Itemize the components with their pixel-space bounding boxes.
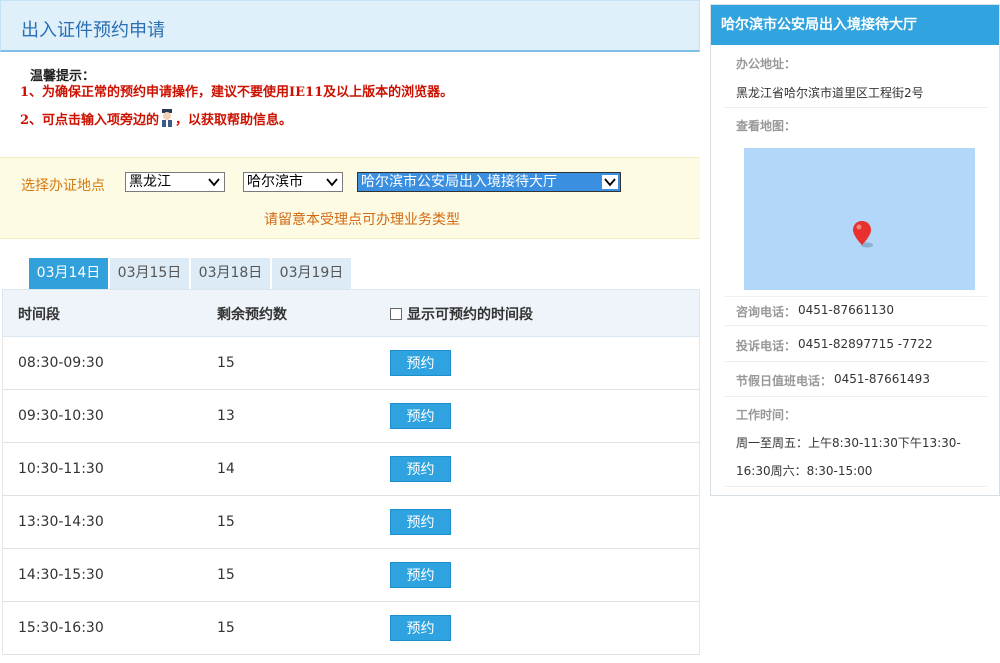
book-button[interactable]: 预约 <box>390 615 451 641</box>
table-row: 10:30-11:30 14 预约 <box>2 443 700 496</box>
tab-date-1[interactable]: 03月14日 <box>29 258 108 290</box>
book-button[interactable]: 预约 <box>390 350 451 376</box>
hours-line-1: 周一至周五：上午8:30-11:30下午13:30- <box>736 436 961 450</box>
tab-date-3[interactable]: 03月18日 <box>191 258 270 290</box>
show-available-toggle[interactable]: 显示可预约的时间段 <box>390 304 533 324</box>
tips-title: 温馨提示： <box>30 69 96 84</box>
row-remaining: 13 <box>217 408 235 424</box>
chevron-down-icon <box>602 175 618 189</box>
complaint-phone-value: 0451-82897715 -7722 <box>798 337 933 351</box>
location-label: 选择办证地点 <box>21 178 105 194</box>
consult-phone-value: 0451-87661130 <box>798 303 894 317</box>
hours-label: 工作时间： <box>736 408 797 422</box>
row-time: 15:30-16:30 <box>18 620 104 636</box>
hours-line-2: 16:30周六：8:30-15:00 <box>736 464 873 478</box>
complaint-phone-label: 投诉电话： <box>736 339 797 353</box>
show-available-checkbox[interactable] <box>390 308 402 320</box>
divider <box>725 361 987 362</box>
tips-section: 温馨提示： 1、为确保正常的预约申请操作，建议不要使用IE11及以上版本的浏览器… <box>20 65 690 135</box>
table-row: 14:30-15:30 15 预约 <box>2 549 700 602</box>
office-info-sidebar: 哈尔滨市公安局出入境接待大厅 办公地址： 黑龙江省哈尔滨市道里区工程街2号 查看… <box>710 4 1000 496</box>
table-header: 时间段 剩余预约数 显示可预约的时间段 <box>2 289 700 337</box>
office-select[interactable]: 哈尔滨市公安局出入境接待大厅 <box>357 172 621 192</box>
table-row: 09:30-10:30 13 预约 <box>2 390 700 443</box>
address-label: 办公地址： <box>736 57 797 71</box>
sidebar-title: 哈尔滨市公安局出入境接待大厅 <box>711 5 999 45</box>
main-panel: 出入证件预约申请 温馨提示： 1、为确保正常的预约申请操作，建议不要使用IE11… <box>0 0 700 663</box>
tip-line-2: 2、可点击输入项旁边的 ，以获取帮助信息。 <box>20 109 690 135</box>
map-label: 查看地图： <box>736 119 797 133</box>
row-remaining: 15 <box>217 355 235 371</box>
office-select-value: 哈尔滨市公安局出入境接待大厅 <box>361 174 557 190</box>
divider <box>725 396 987 397</box>
province-select[interactable]: 黑龙江 <box>125 172 225 192</box>
page-title: 出入证件预约申请 <box>21 20 165 41</box>
holiday-phone-label: 节假日值班电话： <box>736 374 833 388</box>
province-select-value: 黑龙江 <box>129 174 171 190</box>
city-select-value: 哈尔滨市 <box>247 174 303 190</box>
chevron-down-icon <box>324 175 340 189</box>
row-remaining: 15 <box>217 620 235 636</box>
holiday-phone-value: 0451-87661493 <box>834 372 930 386</box>
row-time: 13:30-14:30 <box>18 514 104 530</box>
row-remaining: 14 <box>217 461 235 477</box>
address-value: 黑龙江省哈尔滨市道里区工程街2号 <box>736 86 924 100</box>
row-time: 09:30-10:30 <box>18 408 104 424</box>
tip-line-2-suffix: ，以获取帮助信息。 <box>175 113 293 128</box>
book-button[interactable]: 预约 <box>390 456 451 482</box>
column-header-time: 时间段 <box>18 307 60 323</box>
chevron-down-icon <box>206 175 222 189</box>
tab-date-4[interactable]: 03月19日 <box>272 258 351 290</box>
column-header-remaining: 剩余预约数 <box>217 307 287 323</box>
divider <box>725 486 987 487</box>
book-button[interactable]: 预约 <box>390 403 451 429</box>
table-row: 13:30-14:30 15 预约 <box>2 496 700 549</box>
location-map[interactable] <box>744 148 975 290</box>
divider <box>725 107 987 108</box>
map-pin-icon[interactable] <box>852 221 876 253</box>
location-hint: 请留意本受理点可办理业务类型 <box>264 212 460 228</box>
divider <box>725 296 987 297</box>
tip-line-2-prefix: 2、可点击输入项旁边的 <box>20 113 160 128</box>
row-time: 08:30-09:30 <box>18 355 104 371</box>
row-remaining: 15 <box>217 567 235 583</box>
tip-line-1: 1、为确保正常的预约申请操作，建议不要使用IE11及以上版本的浏览器。 <box>20 85 454 100</box>
city-select[interactable]: 哈尔滨市 <box>243 172 343 192</box>
consult-phone-label: 咨询电话： <box>736 305 797 319</box>
show-available-label: 显示可预约的时间段 <box>407 307 533 323</box>
divider <box>725 325 987 326</box>
table-row: 15:30-16:30 15 预约 <box>2 602 700 655</box>
tab-date-2[interactable]: 03月15日 <box>110 258 189 290</box>
helper-police-icon <box>159 109 175 127</box>
book-button[interactable]: 预约 <box>390 562 451 588</box>
row-time: 10:30-11:30 <box>18 461 104 477</box>
book-button[interactable]: 预约 <box>390 509 451 535</box>
table-row: 08:30-09:30 15 预约 <box>2 337 700 390</box>
page-header: 出入证件预约申请 <box>0 0 700 52</box>
row-time: 14:30-15:30 <box>18 567 104 583</box>
row-remaining: 15 <box>217 514 235 530</box>
